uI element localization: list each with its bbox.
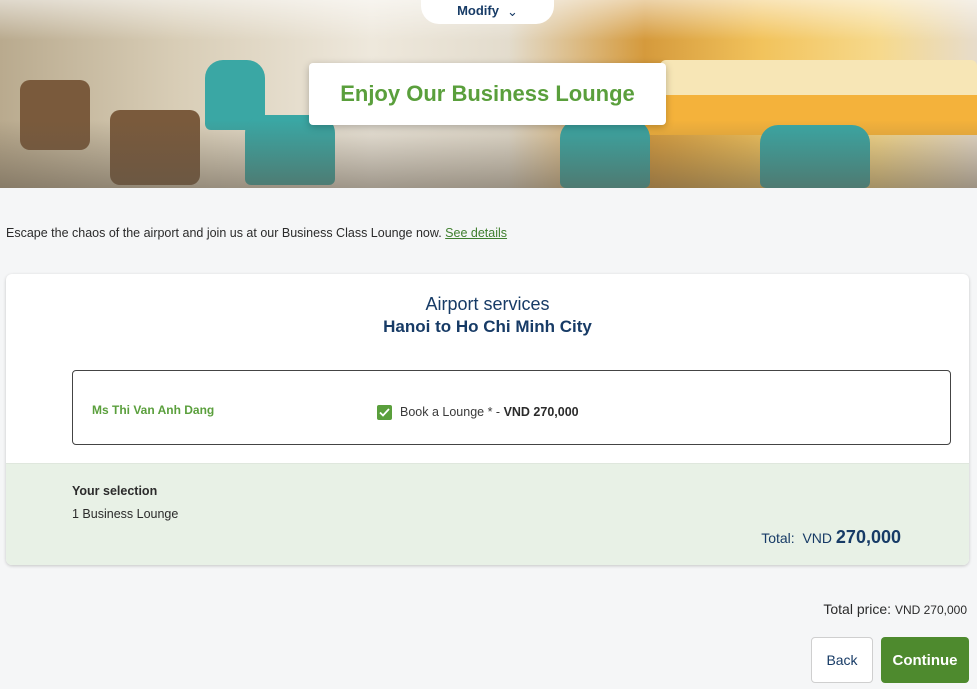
total-price-value: VND 270,000 — [894, 603, 967, 617]
book-lounge-label[interactable]: Book a Lounge * - VND 270,000 — [400, 405, 579, 419]
intro-text-line: Escape the chaos of the airport and join… — [6, 226, 507, 240]
intro-text: Escape the chaos of the airport and join… — [6, 226, 442, 240]
route-title: Hanoi to Ho Chi Minh City — [383, 317, 592, 336]
hero-floor-shade — [0, 120, 977, 188]
modify-label: Modify — [457, 3, 499, 18]
selection-summary: Your selection 1 Business Lounge Total: … — [6, 463, 969, 565]
selection-total: Total: VND 270,000 — [761, 527, 901, 548]
book-lounge-text: Book a Lounge * - — [400, 405, 501, 419]
hero-banner: Modify ⌄ Enjoy Our Business Lounge — [0, 0, 977, 188]
total-price-label: Total price: — [823, 601, 892, 617]
selection-item: 1 Business Lounge — [72, 507, 179, 521]
checkmark-icon — [379, 408, 390, 417]
modify-button[interactable]: Modify ⌄ — [421, 0, 554, 24]
selection-total-currency: VND — [802, 530, 833, 546]
airport-services-card: Airport services Hanoi to Ho Chi Minh Ci… — [6, 274, 969, 565]
selection-heading: Your selection — [72, 484, 158, 498]
book-lounge-price: VND 270,000 — [503, 405, 579, 419]
passenger-name: Ms Thi Van Anh Dang — [92, 403, 215, 417]
selection-total-amount: 270,000 — [835, 527, 901, 547]
selection-total-label: Total: — [761, 530, 795, 546]
continue-button[interactable]: Continue — [881, 637, 969, 683]
services-title: Airport services — [425, 294, 550, 314]
book-lounge-checkbox[interactable] — [377, 405, 392, 420]
passenger-service-row: Ms Thi Van Anh Dang Book a Lounge * - VN… — [72, 370, 951, 445]
hero-title: Enjoy Our Business Lounge — [309, 63, 666, 125]
chevron-down-icon: ⌄ — [506, 4, 518, 19]
back-button[interactable]: Back — [811, 637, 873, 683]
total-price: Total price: VND 270,000 — [823, 601, 967, 617]
see-details-link[interactable]: See details — [445, 226, 507, 240]
